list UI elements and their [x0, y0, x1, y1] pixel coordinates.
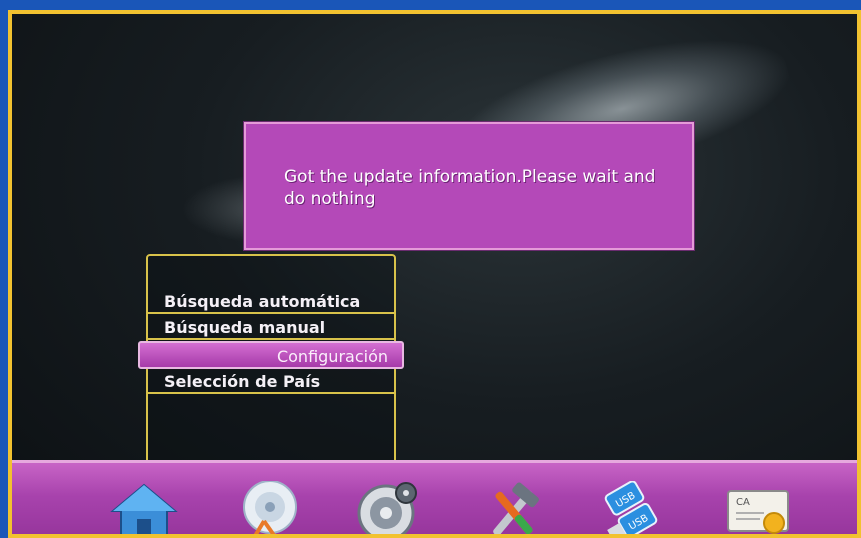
film-reel-icon[interactable]	[352, 481, 422, 534]
menu-item-busqueda-manual[interactable]: Búsqueda manual	[148, 316, 394, 340]
home-icon[interactable]	[109, 481, 179, 534]
photo-frame: Got the update information.Please wait a…	[0, 0, 861, 538]
menu-item-seleccion-de-pais[interactable]: Selección de País	[148, 370, 394, 394]
menu-item-configuracion[interactable]: Configuración	[138, 341, 404, 369]
installation-menu: Búsqueda automática Búsqueda manual Conf…	[138, 254, 404, 468]
photo-frame-inner-border: Got the update information.Please wait a…	[8, 10, 861, 538]
menu-item-busqueda-automatica[interactable]: Búsqueda automática	[148, 290, 394, 314]
update-message: Got the update information.Please wait a…	[284, 167, 656, 209]
usb-icon[interactable]: USB USB	[597, 481, 667, 534]
tools-icon[interactable]	[479, 481, 549, 534]
ca-card-icon[interactable]: CA	[724, 481, 794, 534]
satellite-dish-icon[interactable]	[234, 481, 304, 534]
ca-label: CA	[736, 497, 750, 508]
tv-screen: Got the update information.Please wait a…	[12, 14, 857, 534]
update-dialog: Got the update information.Please wait a…	[244, 122, 694, 250]
main-menu-toolbar: USB USB CA	[12, 460, 857, 534]
